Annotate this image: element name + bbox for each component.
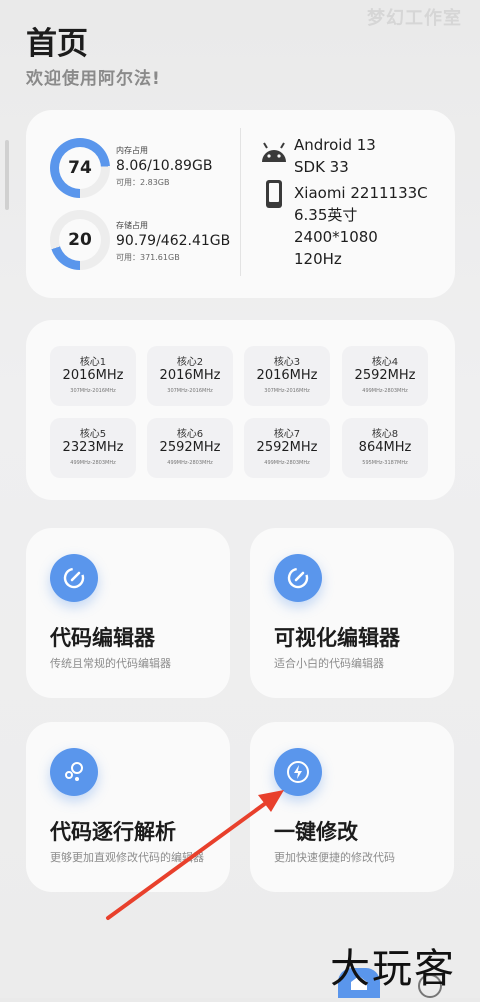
memory-percent: 74 (68, 158, 92, 178)
site-watermark: 大玩客 (330, 946, 456, 992)
storage-percent: 20 (68, 230, 92, 250)
